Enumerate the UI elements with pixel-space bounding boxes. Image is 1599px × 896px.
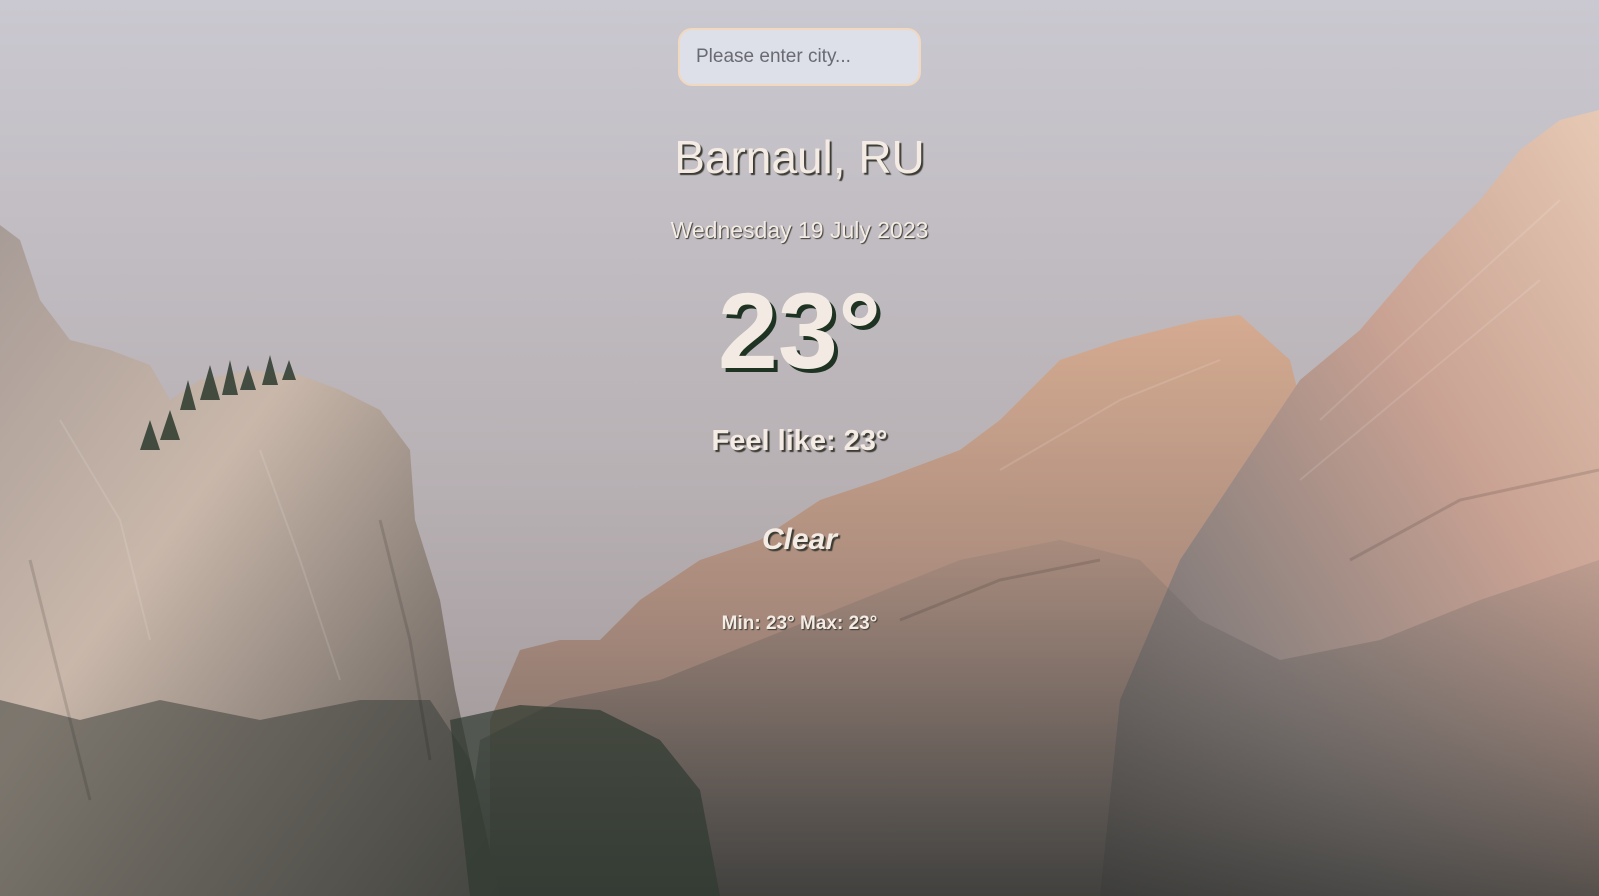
weather-app: Barnaul, RU Wednesday 19 July 2023 23° F… bbox=[0, 0, 1599, 896]
current-date: Wednesday 19 July 2023 bbox=[670, 217, 929, 243]
city-search-input[interactable] bbox=[678, 28, 921, 86]
min-max-temperature: Min: 23° Max: 23° bbox=[721, 613, 878, 634]
weather-panel: Barnaul, RU Wednesday 19 July 2023 23° F… bbox=[0, 0, 1599, 896]
feels-like-temperature: Feel like: 23° bbox=[711, 425, 888, 457]
weather-condition: Clear bbox=[761, 523, 838, 556]
current-temperature: 23° bbox=[717, 270, 882, 391]
search-container bbox=[678, 28, 921, 86]
location-name: Barnaul, RU bbox=[674, 131, 925, 183]
